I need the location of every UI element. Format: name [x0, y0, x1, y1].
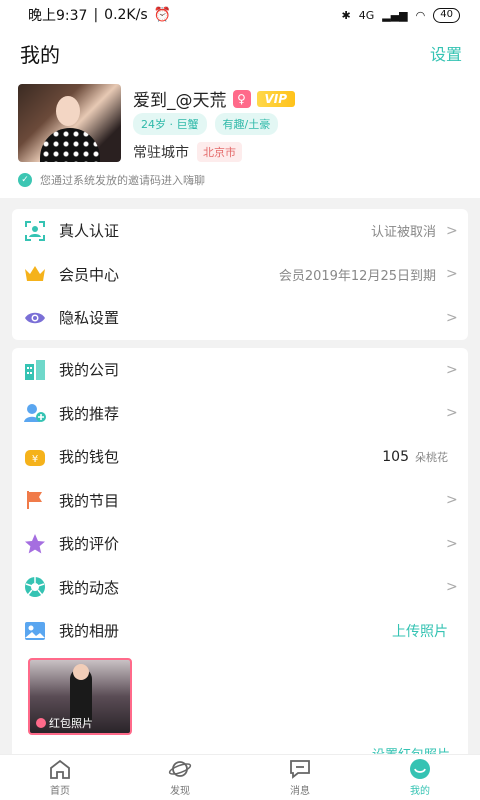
menu-item-album[interactable]: 我的相册 上传照片 — [12, 609, 468, 653]
menu-item-verification[interactable]: 真人认证 认证被取消 > — [12, 209, 468, 253]
signal-icon: ▂▄▆ — [382, 8, 408, 22]
bluetooth-icon: ✱ — [341, 8, 351, 22]
menu-card-account: 真人认证 认证被取消 > 会员中心 会员2019年12月25日到期 > 隐私设置… — [12, 209, 468, 340]
header: 我的 设置 — [0, 30, 480, 76]
status-left: 晚上9:37 | 0.2K/s ⏰ — [28, 7, 172, 24]
flag-icon — [24, 489, 46, 511]
eye-icon — [24, 307, 46, 329]
menu-label: 我的推荐 — [59, 404, 120, 423]
profile-card[interactable]: 爱到_@天荒 ♀ VIP 24岁 · 巨蟹 有趣/土豪 常驻城市 北京市 ✓ 您… — [0, 76, 480, 198]
add-user-icon — [24, 402, 46, 424]
battery-indicator: 40 — [433, 7, 460, 23]
menu-value: 认证被取消 — [370, 225, 436, 241]
photo-label: 红包照片 — [36, 715, 93, 731]
smile-icon — [408, 758, 432, 780]
vip-badge: VIP — [256, 90, 296, 107]
invite-text: 您通过系统发放的邀请码进入嗨聊 — [40, 174, 205, 187]
avatar[interactable] — [18, 84, 121, 162]
tab-discover[interactable]: 发现 — [120, 755, 240, 800]
red-packet-photo[interactable]: 红包照片 — [28, 658, 132, 735]
bottom-tab-bar: 首页 发现 消息 我的 — [0, 754, 480, 800]
chevron-right-icon: > — [446, 405, 458, 422]
tag-personality: 有趣/土豪 — [214, 113, 279, 135]
nickname: 爱到_@天荒 — [133, 91, 227, 111]
city-row: 常驻城市 北京市 — [133, 142, 242, 162]
home-icon — [48, 758, 72, 780]
menu-label: 会员中心 — [59, 265, 120, 284]
wallet-unit: 朵桃花 — [415, 450, 448, 464]
page-title: 我的 — [20, 42, 60, 67]
settings-button[interactable]: 设置 — [430, 41, 462, 65]
message-icon — [288, 758, 312, 780]
menu-label: 隐私设置 — [59, 309, 120, 328]
red-packet-icon — [36, 718, 46, 728]
planet-icon — [168, 758, 192, 780]
menu-item-programs[interactable]: 我的节目 > — [12, 479, 468, 523]
city-badge: 北京市 — [197, 142, 242, 162]
face-scan-icon — [24, 220, 46, 242]
menu-label: 我的评价 — [59, 535, 120, 554]
city-label: 常驻城市 — [133, 145, 189, 161]
menu-item-company[interactable]: 我的公司 > — [12, 348, 468, 392]
tab-me[interactable]: 我的 — [360, 755, 480, 800]
chevron-right-icon: > — [446, 361, 458, 378]
menu-label: 我的公司 — [59, 361, 120, 380]
female-icon: ♀ — [232, 89, 251, 108]
wallet-icon: ¥ — [24, 446, 46, 468]
tab-messages[interactable]: 消息 — [240, 755, 360, 800]
network-type: 4G — [358, 8, 375, 22]
menu-label: 我的动态 — [59, 578, 120, 597]
wallet-balance: 105 — [382, 448, 409, 465]
star-icon — [24, 533, 46, 555]
menu-label: 真人认证 — [59, 222, 120, 241]
menu-label: 我的相册 — [59, 622, 120, 641]
invite-note: ✓ 您通过系统发放的邀请码进入嗨聊 — [18, 172, 205, 188]
clock: 晚上9:37 — [28, 8, 88, 24]
menu-label: 我的钱包 — [59, 448, 120, 467]
network-speed: 0.2K/s — [104, 7, 148, 23]
menu-item-privacy[interactable]: 隐私设置 > — [12, 296, 468, 340]
menu-item-recommend[interactable]: 我的推荐 > — [12, 392, 468, 436]
chevron-right-icon: > — [446, 579, 458, 596]
shutter-icon — [24, 576, 46, 598]
upload-photo-button[interactable]: 上传照片 — [392, 621, 448, 641]
status-bar: 晚上9:37 | 0.2K/s ⏰ ✱ 4G ▂▄▆ ◠ 40 — [0, 0, 480, 30]
album-icon — [24, 620, 46, 642]
menu-item-membership[interactable]: 会员中心 会员2019年12月25日到期 > — [12, 253, 468, 297]
chevron-right-icon: > — [446, 266, 458, 283]
menu-item-moments[interactable]: 我的动态 > — [12, 566, 468, 610]
crown-icon — [24, 263, 46, 285]
chevron-right-icon: > — [446, 492, 458, 509]
tab-home[interactable]: 首页 — [0, 755, 120, 800]
wifi-icon: ◠ — [415, 8, 426, 22]
svg-text:¥: ¥ — [32, 454, 38, 465]
nickname-row: 爱到_@天荒 ♀ VIP — [133, 86, 296, 111]
alarm-icon: ⏰ — [153, 7, 172, 23]
menu-value: 会员2019年12月25日到期 — [278, 268, 436, 284]
building-icon — [24, 359, 46, 381]
menu-item-reviews[interactable]: 我的评价 > — [12, 522, 468, 566]
menu-label: 我的节目 — [59, 491, 120, 510]
status-right: ✱ 4G ▂▄▆ ◠ 40 — [341, 7, 460, 23]
chevron-right-icon: > — [446, 309, 458, 326]
profile-tags: 24岁 · 巨蟹 有趣/土豪 — [133, 113, 279, 135]
menu-item-wallet[interactable]: ¥ 我的钱包 105 朵桃花 — [12, 435, 468, 479]
check-icon: ✓ — [18, 173, 32, 187]
chevron-right-icon: > — [446, 222, 458, 239]
tag-age-sign: 24岁 · 巨蟹 — [133, 113, 207, 135]
menu-card-personal: 我的公司 > 我的推荐 > ¥ 我的钱包 105 朵桃花 我的节目 > 我的评价… — [12, 348, 468, 760]
chevron-right-icon: > — [446, 535, 458, 552]
